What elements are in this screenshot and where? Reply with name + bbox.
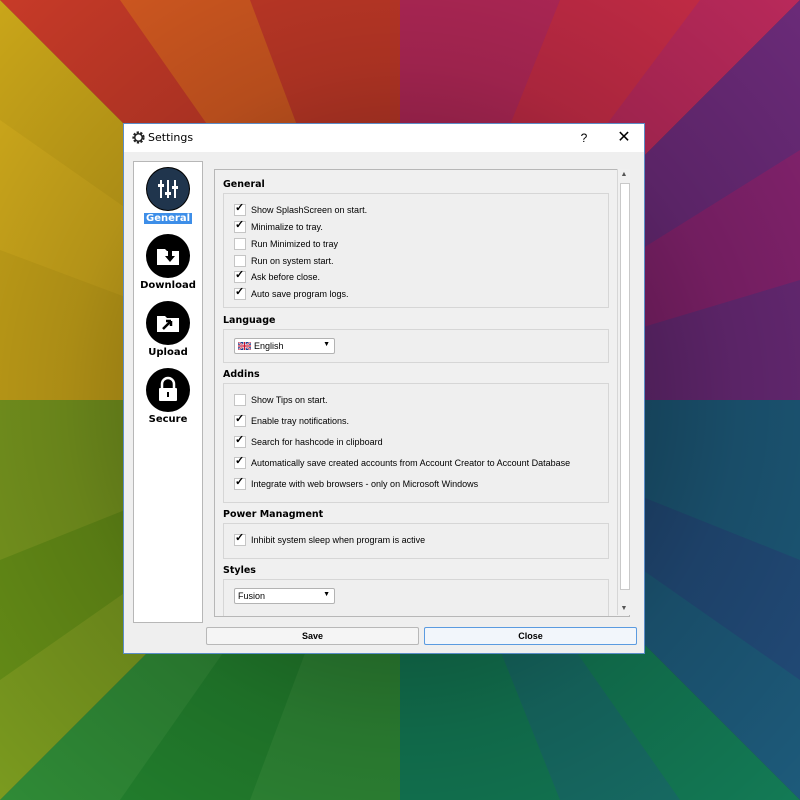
- sidebar-item-label: Secure: [148, 414, 188, 425]
- checkbox-auto-save-logs[interactable]: ✓ Auto save program logs.: [234, 286, 349, 300]
- settings-content: General ✓ Show SplashScreen on start. ✓ Mi…: [214, 169, 630, 617]
- sidebar-item-label: Upload: [148, 347, 188, 358]
- checkbox[interactable]: ✓: [234, 219, 246, 233]
- settings-dialog: Settings ? ✕ General Download Upload Sec…: [123, 123, 645, 654]
- download-folder-icon: [146, 234, 190, 278]
- chevron-down-icon: ▼: [323, 341, 330, 348]
- checkbox-integrate-browsers[interactable]: ✓ Integrate with web browsers - only on M…: [234, 476, 478, 490]
- checkbox[interactable]: ✓: [234, 532, 246, 546]
- checkbox-show-tips[interactable]: Show Tips on start.: [234, 394, 328, 406]
- sliders-icon: [146, 167, 190, 211]
- checkbox[interactable]: ✓: [234, 476, 246, 490]
- save-button[interactable]: Save: [206, 627, 419, 645]
- checkbox-show-splashscreen[interactable]: ✓ Show SplashScreen on start.: [234, 202, 367, 216]
- upload-folder-icon: [146, 301, 190, 345]
- close-button[interactable]: Close: [424, 627, 637, 645]
- section-title-general: General: [223, 179, 265, 190]
- gear-icon: [132, 131, 145, 144]
- scroll-up-arrow-icon[interactable]: ▲: [618, 169, 630, 181]
- checkbox-inhibit-sleep[interactable]: ✓ Inhibit system sleep when program is ac…: [234, 532, 425, 546]
- checkbox[interactable]: ✓: [234, 455, 246, 469]
- title-bar[interactable]: Settings ? ✕: [124, 124, 644, 152]
- vertical-scrollbar[interactable]: ▲ ▼: [617, 169, 630, 615]
- sidebar-item-secure[interactable]: Secure: [134, 368, 202, 425]
- checkbox-minimalize-to-tray[interactable]: ✓ Minimalize to tray.: [234, 219, 323, 233]
- help-button[interactable]: ?: [575, 129, 593, 147]
- sidebar-item-general[interactable]: General: [134, 167, 202, 224]
- style-select[interactable]: Fusion ▼: [234, 588, 335, 604]
- lock-icon: [146, 368, 190, 412]
- checkbox[interactable]: ✓: [234, 202, 246, 216]
- chevron-down-icon: ▼: [323, 591, 330, 598]
- window-title: Settings: [148, 131, 194, 144]
- styles-group: Fusion ▼: [223, 579, 609, 616]
- language-group: English ▼: [223, 329, 609, 363]
- section-title-styles: Styles: [223, 565, 256, 576]
- language-value: English: [254, 341, 284, 351]
- style-value: Fusion: [238, 591, 266, 601]
- sidebar: General Download Upload Secure: [133, 161, 203, 623]
- checkbox-tray-notifications[interactable]: ✓ Enable tray notifications.: [234, 413, 349, 427]
- checkbox-search-hashcode[interactable]: ✓ Search for hashcode in clipboard: [234, 434, 383, 448]
- sidebar-item-label: Download: [140, 280, 196, 291]
- section-title-power: Power Managment: [223, 509, 324, 520]
- checkbox[interactable]: [234, 238, 246, 250]
- checkbox[interactable]: ✓: [234, 413, 246, 427]
- close-window-button[interactable]: ✕: [613, 128, 635, 148]
- sidebar-item-upload[interactable]: Upload: [134, 301, 202, 358]
- section-title-addins: Addins: [223, 369, 260, 380]
- sidebar-item-download[interactable]: Download: [134, 234, 202, 291]
- checkbox[interactable]: ✓: [234, 269, 246, 283]
- general-group: ✓ Show SplashScreen on start. ✓ Minimalize…: [223, 193, 609, 308]
- checkbox[interactable]: [234, 255, 246, 267]
- language-select[interactable]: English ▼: [234, 338, 335, 354]
- checkbox-run-minimized[interactable]: Run Minimized to tray: [234, 238, 338, 250]
- sidebar-item-label: General: [144, 213, 192, 224]
- scroll-down-arrow-icon[interactable]: ▼: [618, 603, 630, 615]
- power-group: ✓ Inhibit system sleep when program is ac…: [223, 523, 609, 559]
- uk-flag-icon: [238, 342, 251, 350]
- checkbox[interactable]: ✓: [234, 434, 246, 448]
- section-title-language: Language: [223, 315, 276, 326]
- checkbox[interactable]: ✓: [234, 286, 246, 300]
- checkbox[interactable]: [234, 394, 246, 406]
- scrollbar-thumb[interactable]: [620, 183, 630, 590]
- checkbox-run-on-system-start[interactable]: Run on system start.: [234, 255, 334, 267]
- checkbox-auto-save-accounts[interactable]: ✓ Automatically save created accounts fro…: [234, 455, 570, 469]
- addins-group: Show Tips on start. ✓ Enable tray notific…: [223, 383, 609, 503]
- checkbox-ask-before-close[interactable]: ✓ Ask before close.: [234, 269, 320, 283]
